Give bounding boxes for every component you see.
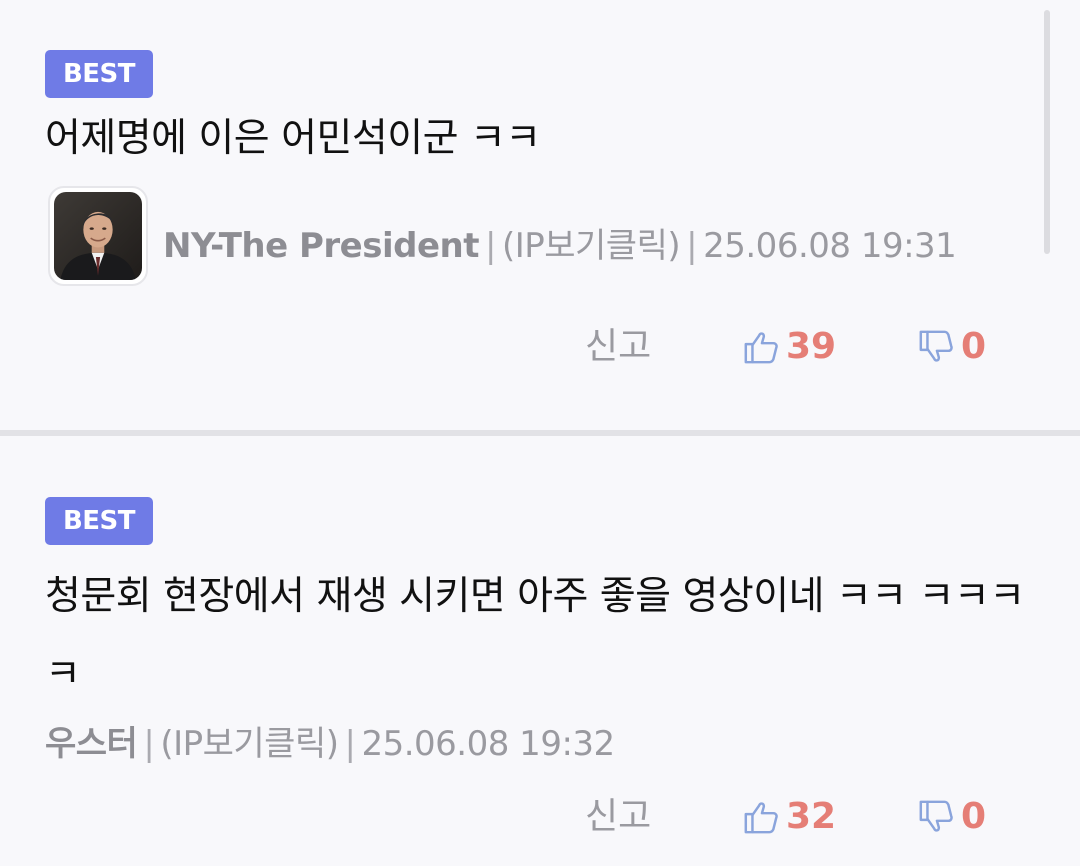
downvote-button[interactable]: 0 (917, 322, 986, 372)
comment-datetime: 25.06.08 19:32 (361, 724, 615, 764)
author-name[interactable]: 우스터 (45, 724, 138, 764)
ip-view-link[interactable]: (IP보기클릭) (160, 724, 339, 764)
comment-text: 청문회 현장에서 재생 시키면 아주 좋을 영상이네 ㅋㅋ ㅋㅋㅋㅋ (45, 574, 1025, 697)
thumbs-down-icon (919, 330, 953, 362)
downvote-count: 0 (961, 796, 987, 837)
comment-item: BEST 청문회 현장에서 재생 시키면 아주 좋을 영상이네 ㅋㅋ ㅋㅋㅋㅋ … (0, 436, 1080, 866)
thumbs-down-icon (919, 800, 953, 832)
thumbs-up-icon (744, 802, 778, 834)
upvote-count: 32 (786, 796, 837, 837)
ip-view-link[interactable]: (IP보기클릭) (502, 226, 681, 266)
report-button[interactable]: 신고 (585, 792, 651, 842)
avatar[interactable] (48, 186, 148, 286)
meta-separator: | (344, 724, 356, 764)
comment-meta: NY-The President | (IP보기클릭) | 25.06.08 19:31 (163, 218, 957, 267)
thumbs-up-icon (744, 332, 778, 364)
comment-text: 어제명에 이은 어민석이군 ㅋㅋ (45, 116, 541, 161)
comment-list: BEST 어제명에 이은 어민석이군 ㅋㅋ NY-The President |… (0, 0, 1080, 866)
meta-separator: | (686, 226, 698, 266)
report-button[interactable]: 신고 (585, 322, 651, 372)
upvote-count: 39 (786, 326, 837, 367)
comment-actions: 신고 32 0 (0, 788, 1080, 848)
upvote-button[interactable]: 32 (742, 792, 836, 842)
best-badge: BEST (45, 50, 153, 98)
meta-separator: | (484, 226, 496, 266)
comment-datetime: 25.06.08 19:31 (703, 226, 957, 266)
comment-actions: 신고 39 0 (0, 318, 1080, 378)
downvote-button[interactable]: 0 (917, 792, 986, 842)
meta-separator: | (143, 724, 155, 764)
author-name[interactable]: NY-The President (163, 226, 479, 266)
upvote-button[interactable]: 39 (742, 322, 836, 372)
downvote-count: 0 (961, 326, 987, 367)
best-badge: BEST (45, 497, 153, 545)
comment-item: BEST 어제명에 이은 어민석이군 ㅋㅋ NY-The President |… (0, 0, 1080, 430)
avatar-image (54, 192, 142, 280)
comment-meta: 우스터 | (IP보기클릭) | 25.06.08 19:32 (45, 716, 615, 765)
